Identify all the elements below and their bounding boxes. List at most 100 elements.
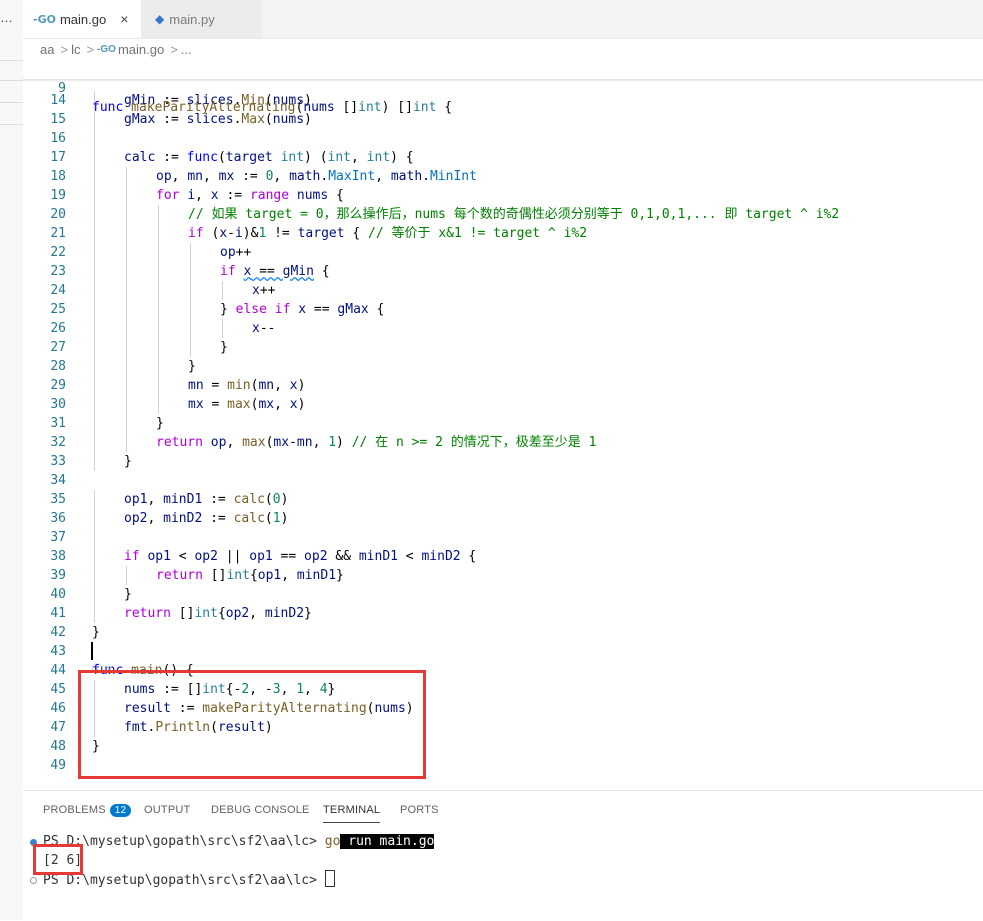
indent-guide xyxy=(158,205,159,224)
indent-guide xyxy=(190,262,191,281)
line-number: 39 xyxy=(50,568,66,583)
line-number: 35 xyxy=(50,492,66,507)
highlight-box-main xyxy=(78,670,426,779)
code-text: op, mn, mx := 0, math.MaxInt, math.MinIn… xyxy=(156,169,477,184)
code-text: if (x-i)&1 != target { // 等价于 x&1 != tar… xyxy=(188,226,588,241)
breadcrumb-item[interactable]: aa xyxy=(40,42,54,57)
code-editor[interactable]: 13 14gMin := slices.Min(nums)15gMax := s… xyxy=(23,60,983,790)
indent-guide xyxy=(94,319,95,338)
indent-guide xyxy=(158,376,159,395)
breadcrumb-item[interactable]: main.go xyxy=(118,42,164,57)
line-number: 25 xyxy=(50,302,66,317)
code-text: return op, max(mx-mn, 1) // 在 n >= 2 的情况… xyxy=(156,435,597,450)
line-number: 30 xyxy=(50,397,66,412)
indent-guide xyxy=(126,376,127,395)
tab-label: main.go xyxy=(59,11,107,27)
code-text: mn = min(mn, x) xyxy=(188,378,306,393)
bottom-panel: PROBLEMS 12 OUTPUT DEBUG CONSOLE TERMINAL… xyxy=(23,790,983,921)
line-number: 29 xyxy=(50,378,66,393)
indent-guide xyxy=(94,205,95,224)
indent-guide xyxy=(94,357,95,376)
code-text: func makeParityAlternating(nums []int) [… xyxy=(92,100,453,115)
code-text: if x == gMin { xyxy=(220,264,330,279)
indent-guide xyxy=(94,243,95,262)
breadcrumb-item[interactable]: lc xyxy=(71,42,80,57)
line-number: 20 xyxy=(50,207,66,222)
breadcrumb-item[interactable]: ... xyxy=(181,42,192,57)
indent-guide xyxy=(158,357,159,376)
line-number: 23 xyxy=(50,264,66,279)
code-text: } xyxy=(124,587,132,602)
indent-guide xyxy=(94,414,95,433)
indent-guide xyxy=(126,205,127,224)
indent-guide xyxy=(94,224,95,243)
code-text: } xyxy=(156,416,164,431)
line-number: 27 xyxy=(50,340,66,355)
indent-guide xyxy=(126,433,127,452)
tab-output[interactable]: OUTPUT xyxy=(144,804,190,816)
indent-guide xyxy=(126,566,127,585)
line-number: 22 xyxy=(50,245,66,260)
indent-guide xyxy=(222,319,223,338)
indent-guide xyxy=(94,547,95,566)
indent-guide xyxy=(126,262,127,281)
tab-ports[interactable]: PORTS xyxy=(400,804,439,816)
code-text: // 如果 target = 0，那么操作后，nums 每个数的奇偶性必须分别等… xyxy=(188,207,840,222)
highlight-box-output xyxy=(33,844,83,875)
indent-guide xyxy=(190,319,191,338)
close-icon[interactable]: × xyxy=(120,11,128,27)
indent-guide xyxy=(94,452,95,471)
indent-guide xyxy=(158,262,159,281)
line-number: 24 xyxy=(50,283,66,298)
terminal-prompt: PS D:\mysetup\gopath\src\sf2\aa\lc> xyxy=(43,873,325,888)
indent-guide xyxy=(94,281,95,300)
sticky-scroll-line[interactable]: 9 func makeParityAlternating(nums []int)… xyxy=(23,60,983,115)
tab-label: main.py xyxy=(169,11,215,27)
indent-guide xyxy=(94,129,95,148)
indent-guide xyxy=(94,490,95,509)
tab-main-py[interactable]: ◆ main.py xyxy=(141,0,262,38)
code-text: } else if x == gMax { xyxy=(220,302,385,317)
problems-count-badge: 12 xyxy=(109,804,132,817)
code-text: op1, minD1 := calc(0) xyxy=(124,492,289,507)
chevron-right-icon: > xyxy=(86,41,95,57)
indent-guide xyxy=(94,509,95,528)
editor-tab-bar: -GO main.go × ◆ main.py xyxy=(23,0,983,39)
line-number: 46 xyxy=(50,701,66,716)
indent-guide xyxy=(94,566,95,585)
divider xyxy=(0,60,23,61)
text-cursor xyxy=(91,642,93,660)
code-text: for i, x := range nums { xyxy=(156,188,344,203)
tab-problems[interactable]: PROBLEMS 12 xyxy=(43,804,132,817)
indent-guide xyxy=(94,395,95,414)
more-actions-icon[interactable]: … xyxy=(0,10,13,25)
indent-guide xyxy=(126,186,127,205)
line-number: 44 xyxy=(50,663,66,678)
tab-terminal[interactable]: TERMINAL xyxy=(323,804,381,823)
line-number: 38 xyxy=(50,549,66,564)
code-text: return []int{op1, minD1} xyxy=(156,568,344,583)
line-number: 49 xyxy=(50,758,66,773)
indent-guide xyxy=(190,281,191,300)
command-pending-dot[interactable] xyxy=(30,877,37,884)
indent-guide xyxy=(158,224,159,243)
sticky-scroll-shadow xyxy=(23,79,983,82)
indent-guide xyxy=(94,433,95,452)
code-text: return []int{op2, minD2} xyxy=(124,606,312,621)
terminal-line[interactable]: PS D:\mysetup\gopath\src\sf2\aa\lc> xyxy=(43,870,335,890)
indent-guide xyxy=(126,300,127,319)
code-text: x-- xyxy=(252,321,276,336)
divider xyxy=(0,124,23,125)
indent-guide xyxy=(158,338,159,357)
line-number: 43 xyxy=(50,644,66,659)
line-number: 36 xyxy=(50,511,66,526)
tab-main-go[interactable]: -GO main.go × xyxy=(23,0,141,38)
indent-guide xyxy=(94,148,95,167)
terminal-prompt: PS D:\mysetup\gopath\src\sf2\aa\lc> xyxy=(43,834,325,849)
line-number: 41 xyxy=(50,606,66,621)
indent-guide xyxy=(126,395,127,414)
tab-debug-console[interactable]: DEBUG CONSOLE xyxy=(211,804,310,816)
line-number: 19 xyxy=(50,188,66,203)
breadcrumb: aa > lc > -GO main.go > ... xyxy=(23,38,983,60)
code-text: } xyxy=(124,454,132,469)
